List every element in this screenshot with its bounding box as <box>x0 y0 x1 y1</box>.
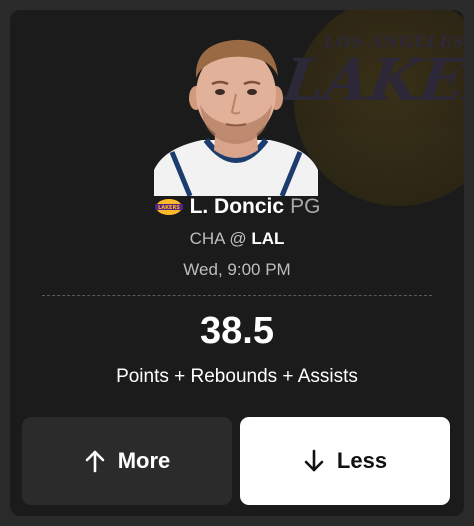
more-button-label: More <box>117 448 171 473</box>
matchup: CHA @ LAL <box>10 229 464 249</box>
stat-type-label: Points + Rebounds + Assists <box>116 366 358 387</box>
player-name: L. Doncic <box>189 195 285 218</box>
less-button-label: Less <box>336 448 388 473</box>
player-portrait <box>144 30 328 196</box>
less-button[interactable]: Less <box>240 417 450 505</box>
projection-card: LOS ANGELES LAKERS LAKERS L. Doncic PG C… <box>10 10 464 516</box>
dashed-divider <box>42 295 432 296</box>
svg-text:LAKERS: LAKERS <box>158 205 180 211</box>
matchup-separator: @ <box>229 229 247 248</box>
player-position: PG <box>290 195 321 218</box>
projection-line: 38.5 <box>200 310 274 352</box>
player-info-row: LAKERS L. Doncic PG <box>10 194 464 220</box>
game-time: Wed, 9:00 PM <box>183 260 291 279</box>
away-team: CHA <box>189 229 225 248</box>
arrow-down-icon <box>303 449 325 473</box>
more-button[interactable]: More <box>22 417 232 505</box>
lakers-logo-icon: LAKERS <box>154 198 184 216</box>
home-team: LAL <box>251 229 285 248</box>
arrow-up-icon <box>84 449 106 473</box>
